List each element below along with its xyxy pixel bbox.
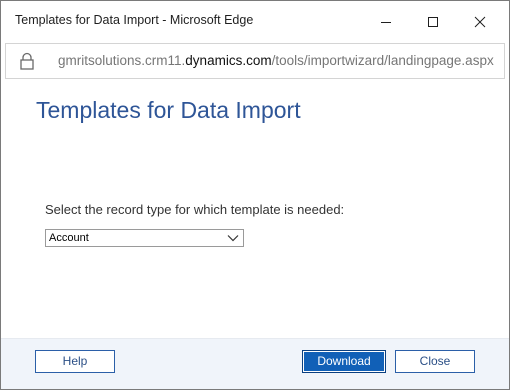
- url-prefix: gmritsolutions.crm11.: [58, 53, 186, 68]
- page-title: Templates for Data Import: [36, 97, 301, 123]
- dialog-content: Templates for Data Import Select the rec…: [1, 80, 509, 338]
- close-icon: [474, 16, 486, 28]
- url-path: /tools/importwizard/landingpage.aspx: [271, 53, 494, 68]
- chevron-down-icon: [227, 235, 239, 242]
- address-bar[interactable]: gmritsolutions.crm11.dynamics.com/tools/…: [5, 43, 505, 79]
- title-bar[interactable]: Templates for Data Import - Microsoft Ed…: [1, 1, 509, 43]
- lock-icon: [20, 52, 34, 70]
- help-button[interactable]: Help: [35, 350, 115, 373]
- window-title: Templates for Data Import - Microsoft Ed…: [15, 13, 254, 27]
- minimize-button[interactable]: [363, 1, 409, 43]
- url-text[interactable]: gmritsolutions.crm11.dynamics.com/tools/…: [58, 53, 494, 68]
- url-domain: dynamics.com: [185, 53, 272, 68]
- close-button[interactable]: Close: [395, 350, 475, 373]
- minimize-icon: [381, 22, 391, 23]
- record-type-label: Select the record type for which templat…: [45, 202, 345, 217]
- record-type-selected-value: Account: [49, 232, 89, 244]
- dialog-footer: Help Download Close: [1, 338, 509, 389]
- maximize-button[interactable]: [410, 1, 456, 43]
- download-button[interactable]: Download: [302, 350, 386, 373]
- browser-popup-window: Templates for Data Import - Microsoft Ed…: [0, 0, 510, 390]
- close-window-button[interactable]: [457, 1, 503, 43]
- record-type-select[interactable]: Account: [45, 229, 244, 247]
- maximize-icon: [428, 17, 438, 27]
